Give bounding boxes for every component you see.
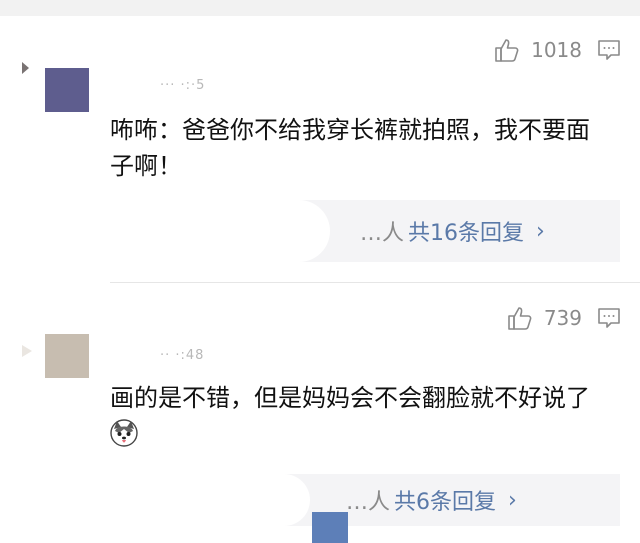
replies-box[interactable]: …人 共16条回复 › bbox=[110, 200, 620, 262]
comment-meta: ·· ·:48 bbox=[160, 348, 205, 363]
comment-text-body: 画的是不错，但是妈妈会不会翻脸就不好说了 bbox=[110, 384, 590, 412]
avatar[interactable] bbox=[45, 68, 89, 112]
chevron-right-icon: › bbox=[536, 218, 545, 244]
avatar-frame-edge bbox=[22, 62, 29, 74]
redacted-replier-names bbox=[110, 474, 310, 526]
like-button[interactable]: 1018 bbox=[493, 36, 582, 64]
comment-meta: ··· ·:·5 bbox=[160, 78, 206, 93]
avatar-frame-edge bbox=[22, 345, 32, 357]
chevron-right-icon: › bbox=[508, 487, 517, 513]
comment-text: 咘咘：爸爸你不给我穿长裤就拍照，我不要面子啊！ bbox=[110, 116, 590, 180]
cropped-blue-element bbox=[312, 512, 348, 543]
comment-icon[interactable] bbox=[596, 305, 622, 331]
comment-actions: 739 bbox=[506, 304, 622, 332]
replies-count-label: 共16条回复 bbox=[408, 221, 525, 246]
replies-prefix: …人 bbox=[346, 490, 391, 515]
divider bbox=[110, 282, 640, 283]
like-button[interactable]: 739 bbox=[506, 304, 582, 332]
comment-actions: 1018 bbox=[493, 36, 622, 64]
avatar[interactable] bbox=[45, 334, 89, 378]
view-replies-link[interactable]: …人 共6条回复 › bbox=[346, 484, 517, 516]
replies-count-label: 共6条回复 bbox=[394, 490, 497, 515]
comment-item: ·· ·:48 739 画的是不错，但是妈妈会不会翻脸就不好说了 …人 共6条回… bbox=[0, 284, 640, 543]
view-replies-link[interactable]: …人 共16条回复 › bbox=[360, 215, 545, 247]
like-count: 1018 bbox=[531, 38, 582, 62]
comment-icon[interactable] bbox=[596, 37, 622, 63]
thumbs-up-icon bbox=[493, 36, 521, 64]
replies-box[interactable]: …人 共6条回复 › bbox=[110, 474, 620, 526]
husky-dog-emoji bbox=[110, 419, 138, 447]
comment-text: 画的是不错，但是妈妈会不会翻脸就不好说了 bbox=[110, 380, 610, 452]
like-count: 739 bbox=[543, 306, 582, 330]
replies-prefix: …人 bbox=[360, 221, 405, 246]
top-strip bbox=[0, 0, 640, 16]
redacted-replier-names bbox=[110, 200, 330, 262]
thumbs-up-icon bbox=[506, 304, 534, 332]
comment-item: ··· ·:·5 1018 咘咘：爸爸你不给我穿长裤就拍照，我不要面子啊！ …人 bbox=[0, 16, 640, 282]
